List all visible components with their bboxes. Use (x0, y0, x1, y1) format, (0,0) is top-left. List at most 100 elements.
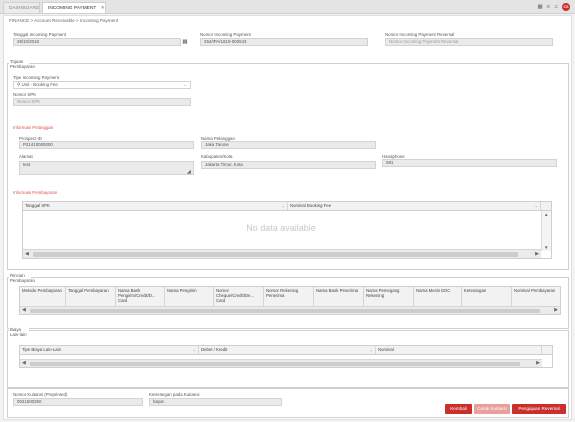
tanggal-field[interactable]: 29/10/2018 (13, 38, 181, 46)
tab-bar: DASHBOARD INCOMING PAYMENT ✕ ▦ ≡ ♫ CS (0, 0, 575, 14)
kuitansi-field[interactable]: 0021500250 (13, 398, 143, 406)
rincian-horizontal-scrollbar[interactable]: ◀ ▶ (20, 306, 560, 314)
rincian-legend: Rincian Pembayaran (9, 273, 35, 283)
resize-handle-icon[interactable]: ◢ (187, 169, 191, 175)
col-bank-penerima-label: Nama Bank Penerima (316, 288, 359, 293)
biaya-scroll-thumb[interactable] (30, 362, 520, 366)
col-nominal-biaya-label: Nominal (378, 347, 394, 352)
cetak-kuitansi-button[interactable]: Cetak Kuitansi (474, 404, 510, 414)
sort-icon: ⌄ (534, 203, 538, 208)
pembayaran-title: Informasi Pembayaran (13, 190, 58, 195)
col-nama-pengirim[interactable]: Nama Pengirim (165, 287, 214, 307)
tab-dashboard[interactable]: DASHBOARD (3, 2, 40, 13)
kuitansi-label: Nomor Kuitansi (Preprinted) (13, 392, 68, 397)
bell-icon[interactable]: ♫ (554, 4, 558, 10)
col-nomor-cheque[interactable]: Nomor Cheque/Credit/De... Card (214, 287, 264, 307)
col-tanggal-spk[interactable]: Tanggal SPK ⌄ (23, 202, 288, 210)
col-nomor-cheque-label: Nomor Cheque/Credit/De... Card (216, 288, 254, 304)
close-tab-icon[interactable]: ✕ (101, 6, 105, 11)
scroll-thumb[interactable] (33, 252, 518, 257)
kabupaten-label: Kabupaten/Kota (201, 154, 233, 159)
tanggal-label: Tanggal Incoming Payment (13, 32, 66, 37)
tab-incoming-payment-label: INCOMING PAYMENT (48, 6, 97, 11)
nama-field[interactable]: Jaka Tarune (201, 141, 376, 149)
col-bank-pengirim[interactable]: Nama Bank Pengirim/Credit/D... Card (116, 287, 165, 307)
col-rekening-penerima[interactable]: Nomor Rekening Penerima (264, 287, 314, 307)
horizontal-scrollbar[interactable]: ◀ ▶ (23, 249, 541, 258)
pembayaran-grid: Tanggal SPK ⌄ Nominal Booking Fee ⌄ No d… (22, 201, 552, 259)
col-nominal-biaya[interactable]: Nominal (376, 346, 542, 354)
col-keterangan[interactable]: Keterangan (462, 287, 512, 307)
pembayaran-grid-header: Tanggal SPK ⌄ Nominal Booking Fee ⌄ (23, 202, 551, 211)
reversal-field[interactable]: Nomor Incoming Payment Reversal (385, 38, 553, 46)
col-debet-kredit-label: Debet / Kredit (201, 347, 228, 352)
tipe-select[interactable]: ⚲ Unit - Booking Fee ⌄ (13, 81, 191, 89)
col-metode[interactable]: Metode Pembayaran (20, 287, 66, 307)
nomor-ip-field[interactable]: 254/IPA/1810-000643 (200, 38, 368, 46)
col-nominal-booking-fee-label: Nominal Booking Fee (290, 203, 332, 208)
prospect-field[interactable]: P21410000000 (19, 141, 194, 149)
col-pemegang-rekening[interactable]: Nama Pemegang Rekening (364, 287, 414, 307)
reversal-label: Nomor Incoming Payment Reversal (385, 32, 455, 37)
top-icons: ▦ ≡ ♫ CS (537, 2, 570, 12)
kembali-button[interactable]: Kembali (445, 404, 472, 414)
tipe-value: Unit - Booking Fee (21, 82, 58, 87)
col-nominal-booking-fee[interactable]: Nominal Booking Fee ⌄ (288, 202, 541, 210)
col-metode-label: Metode Pembayaran (22, 288, 62, 293)
scroll-down-icon[interactable]: ▼ (544, 245, 548, 250)
col-bank-penerima[interactable]: Nama Bank Penerima (314, 287, 364, 307)
vertical-scrollbar[interactable]: ▲ ▼ (541, 211, 551, 251)
biaya-grid-header: Tipe Biaya Lain-Lain ⌄ Debet / Kredit ⌄ … (20, 346, 552, 355)
scroll-left-icon[interactable]: ◀ (25, 250, 29, 258)
col-tanggal-spk-label: Tanggal SPK (25, 203, 50, 208)
keterangan-kuitansi-field[interactable]: bayar (149, 398, 282, 406)
rincian-grid-header: Metode Pembayaran Tanggal Pembayaran Nam… (20, 287, 560, 308)
col-keterangan-label: Keterangan (464, 288, 487, 293)
breadcrumb: FINANCE > Account Receivable > Incoming … (9, 18, 119, 23)
biaya-horizontal-scrollbar[interactable]: ◀ ▶ (20, 359, 542, 367)
sort-icon: ⌄ (369, 347, 373, 352)
scroll-right-icon[interactable]: ▶ (536, 360, 540, 367)
sort-icon: ⌄ (192, 347, 196, 352)
chevron-down-icon: ⌄ (183, 82, 187, 87)
page-panel: FINANCE > Account Receivable > Incoming … (3, 15, 572, 420)
col-nominal-label: Nominal Pembayaran (514, 288, 556, 293)
spk-field[interactable]: Nomor SPK (13, 98, 191, 106)
handphone-field[interactable]: 081 (382, 159, 557, 167)
sort-icon: ⌄ (281, 203, 285, 208)
biaya-grid: Tipe Biaya Lain-Lain ⌄ Debet / Kredit ⌄ … (19, 345, 553, 368)
col-pemegang-rekening-label: Nama Pemegang Rekening (366, 288, 400, 299)
tipe-label: Tipe Incoming Payment (13, 75, 59, 80)
col-nama-pengirim-label: Nama Pengirim (167, 288, 197, 293)
rincian-scroll-thumb[interactable] (30, 309, 540, 313)
scroll-right-icon[interactable]: ▶ (554, 307, 558, 314)
col-tipe-biaya-label: Tipe Biaya Lain-Lain (22, 347, 62, 352)
col-mesin-edc[interactable]: Nama Mesin EDC (414, 287, 462, 307)
col-tanggal[interactable]: Tanggal Pembayaran (66, 287, 116, 307)
col-debet-kredit[interactable]: Debet / Kredit ⌄ (199, 346, 376, 354)
keterangan-kuitansi-label: Keterangan pada Kuitansi (149, 392, 200, 397)
pelanggan-title: Informasi Pelanggan (13, 125, 54, 130)
col-tanggal-label: Tanggal Pembayaran (68, 288, 109, 293)
tab-incoming-payment[interactable]: INCOMING PAYMENT ✕ (42, 2, 106, 13)
scroll-left-icon[interactable]: ◀ (22, 307, 26, 314)
no-data-message: No data available (246, 223, 316, 233)
alamat-label: Alamat (19, 154, 33, 159)
calendar-icon[interactable]: ▦ (181, 38, 189, 46)
kabupaten-field[interactable]: Jakarta Timur, Kota (201, 161, 376, 169)
biaya-legend: Biaya Lain-lain (9, 327, 29, 337)
col-bank-pengirim-label: Nama Bank Pengirim/Credit/D... Card (118, 288, 156, 304)
col-tipe-biaya[interactable]: Tipe Biaya Lain-Lain ⌄ (20, 346, 199, 354)
pengajuan-reversal-button[interactable]: Pengajuan Reversal (512, 404, 566, 414)
user-avatar[interactable]: CS (562, 3, 570, 11)
alamat-field[interactable]: test (19, 161, 194, 175)
col-rekening-penerima-label: Nomor Rekening Penerima (266, 288, 299, 299)
menu-icon[interactable]: ≡ (547, 4, 550, 10)
apps-grid-icon[interactable]: ▦ (537, 4, 542, 10)
rincian-grid: Metode Pembayaran Tanggal Pembayaran Nam… (19, 286, 561, 315)
col-mesin-edc-label: Nama Mesin EDC (416, 288, 451, 293)
scroll-up-icon[interactable]: ▲ (544, 212, 548, 217)
scroll-right-icon[interactable]: ▶ (535, 250, 539, 258)
col-nominal[interactable]: Nominal Pembayaran (512, 287, 560, 307)
scroll-left-icon[interactable]: ◀ (22, 360, 26, 367)
